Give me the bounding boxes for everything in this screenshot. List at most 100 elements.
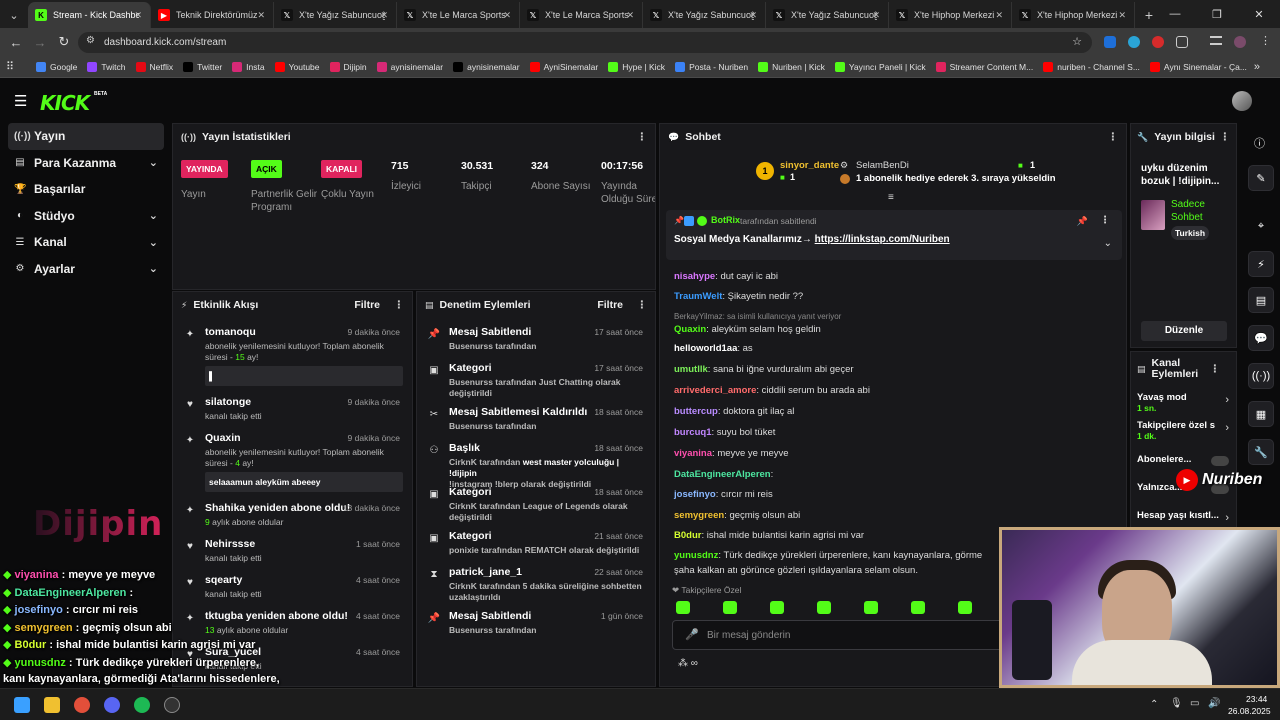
channel-action-item[interactable]: Yavaş mod 1 sn. › [1137,392,1233,418]
sidebar-item[interactable]: ((·)) Yayın [8,123,164,150]
chat-username[interactable]: B0dur [674,530,701,541]
browser-menu-icon[interactable]: ⋮ [1260,34,1271,47]
tray-chevron-icon[interactable]: ⌃ [1150,699,1158,710]
sidebar-item[interactable]: ◐ Stüdyo ⌄ [0,203,170,230]
emote-icon[interactable] [770,601,784,614]
event-name[interactable]: tktugba yeniden abone oldu! [205,610,348,622]
tab-close-icon[interactable]: ✕ [749,10,757,21]
edit-stream-info-button[interactable]: Düzenle [1141,321,1227,341]
unpin-icon[interactable]: 📌 [1077,216,1088,227]
expand-pinned-icon[interactable]: ⌄ [1104,238,1112,249]
tab-close-icon[interactable]: ✕ [1118,10,1126,21]
chat-username[interactable]: helloworld1aa [674,343,737,354]
chat-username[interactable]: burcuq1 [674,427,711,438]
chat-username[interactable]: semygreen [674,510,724,521]
chrome-icon[interactable] [74,697,90,713]
extension-icon-3[interactable] [1152,36,1164,48]
obs-icon[interactable] [164,697,180,713]
event-name[interactable]: silatonge [205,396,251,408]
event-name[interactable]: sqearty [205,574,242,586]
pinned-menu-icon[interactable]: ⋮ [1100,215,1110,226]
stream-category[interactable]: Sadece Sohbet [1171,198,1231,224]
chat-username[interactable]: arrivederci_amore [674,385,756,396]
bookmark-item[interactable]: Nuriben | Kick [758,61,825,72]
chevron-down-icon[interactable]: ⌄ [149,262,158,275]
maximize-icon[interactable]: ❐ [1196,0,1238,28]
chat-username[interactable]: Quaxin [674,324,706,335]
chat-username[interactable]: nisahype [674,271,715,282]
bookmark-item[interactable]: Dijipin [329,61,367,72]
emote-icon[interactable] [817,601,831,614]
activity-menu-icon[interactable]: ⋮ [394,299,405,311]
media-control-icon[interactable] [1210,36,1222,45]
event-name[interactable]: Quaxin [205,432,241,444]
event-name[interactable]: tomanoqu [205,326,256,338]
chevron-down-icon[interactable]: ⌄ [149,236,158,249]
broadcast-tool-icon[interactable]: ((·)) [1248,363,1274,389]
bookmark-star-icon[interactable]: ☆ [1072,35,1082,48]
bookmark-item[interactable]: Netflix [135,61,173,72]
toggle-switch[interactable] [1211,456,1229,466]
event-name[interactable]: Nehirssse [205,538,255,550]
bookmark-item[interactable]: Streamer Content M... [935,61,1033,72]
tab-close-icon[interactable]: ✕ [134,10,142,21]
chat-username[interactable]: umutllk [674,364,708,375]
browser-tab[interactable]: 𝕏 X'te Yağız Sabuncuoğlu ✕ [274,2,397,28]
clock-date[interactable]: 26.08.2025 [1228,706,1271,716]
extension-icon-1[interactable] [1104,36,1116,48]
moderation-detail-part[interactable]: League of Legends [523,501,600,511]
chat-username[interactable]: viyanina [674,448,712,459]
moderation-detail-part[interactable]: CirknK [449,457,477,467]
crosshair-tool-icon[interactable]: ⌖ [1248,213,1274,239]
chat-tool-icon[interactable]: 💬 [1248,325,1274,351]
tab-close-icon[interactable]: ✕ [626,10,634,21]
stats-menu-icon[interactable]: ⋮ [637,131,648,143]
event-name[interactable]: Shahika yeniden abone oldu! [205,502,350,514]
user-avatar[interactable] [1232,91,1252,111]
bookmark-item[interactable]: Aynı Sinemalar - Ça... [1149,61,1247,72]
extension-icon-2[interactable] [1128,36,1140,48]
chevron-down-icon[interactable]: ⌄ [149,209,158,222]
activity-filter-button[interactable]: Filtre [354,299,380,311]
emote-icon[interactable] [864,601,878,614]
chat-menu-icon[interactable]: ⋮ [1108,131,1119,143]
tab-close-icon[interactable]: ✕ [872,10,880,21]
channel-action-item[interactable]: Takipçilere özel s1 dk. › [1137,420,1233,446]
chat-username[interactable]: josefinyo [674,489,716,500]
info-icon[interactable]: ⓘ [1254,135,1265,151]
chevron-right-icon[interactable]: › [1225,394,1229,406]
tab-close-icon[interactable]: ✕ [380,10,388,21]
spotify-icon[interactable] [134,697,150,713]
minimize-icon[interactable]: — [1154,0,1196,28]
browser-tab[interactable]: 𝕏 X'te Hiphop Merkezi ✕ [889,2,1012,28]
bookmark-item[interactable]: Youtube [274,61,320,72]
clipboard-tool-icon[interactable]: ▤ [1248,287,1274,313]
browser-tab[interactable]: K Stream - Kick Dashboard✕ [28,2,151,28]
tab-close-icon[interactable]: ✕ [503,10,511,21]
edit-tool-icon[interactable]: ✎ [1248,165,1274,191]
bookmark-item[interactable]: aynisinemalar [453,61,520,72]
sidebar-item[interactable]: 🏆 Başarılar [0,176,170,203]
moderation-detail-part[interactable]: Busenurss [449,421,493,431]
moderation-detail-part[interactable]: Busenurss [449,625,493,635]
media-tool-icon[interactable]: ▦ [1248,401,1274,427]
microphone-icon[interactable]: 🎤 [685,628,699,641]
chat-username[interactable]: buttercup [674,406,718,417]
emote-icon[interactable] [676,601,690,614]
chat-tools-icon[interactable]: ⁂ ∞ [678,658,698,669]
browser-tab[interactable]: 𝕏 X'te Le Marca Sports ✕ [397,2,520,28]
tab-close-icon[interactable]: ✕ [995,10,1003,21]
back-icon[interactable]: ← [4,35,28,50]
moderation-detail-part[interactable]: REMATCH [525,545,567,555]
close-window-icon[interactable]: ✕ [1238,0,1280,28]
forward-icon[interactable]: → [28,35,52,50]
emote-icon[interactable] [958,601,972,614]
emote-icon[interactable] [723,601,737,614]
wrench-tool-icon[interactable]: 🔧 [1248,439,1274,465]
kick-logo[interactable]: KICK [40,91,90,115]
bookmark-item[interactable]: Yayıncı Paneli | Kick [834,61,926,72]
bookmark-item[interactable]: Twitch [87,61,126,72]
bookmark-item[interactable]: Twitter [183,61,222,72]
bookmark-item[interactable]: AyniSinemalar [529,61,598,72]
moderation-detail-part[interactable]: ponixie [449,545,479,555]
